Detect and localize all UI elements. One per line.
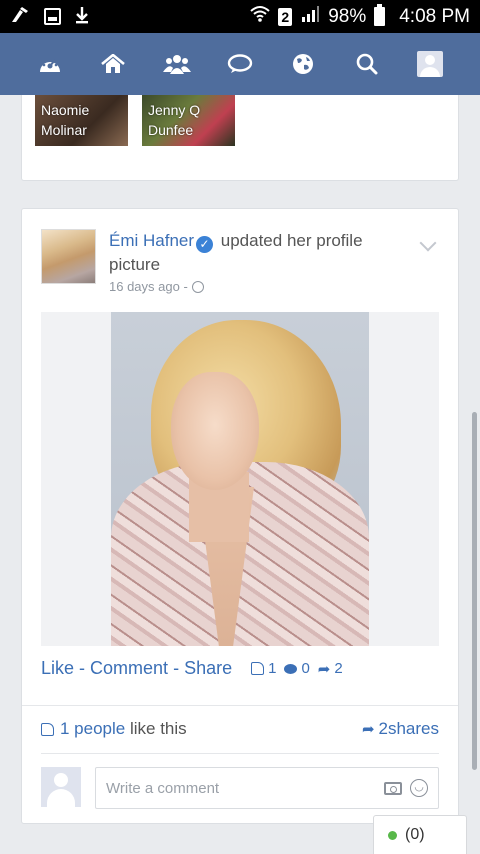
search-icon[interactable] xyxy=(347,44,387,84)
messages-icon[interactable] xyxy=(220,44,260,84)
verified-badge-icon: ✓ xyxy=(196,236,214,253)
comment-bubble-icon xyxy=(284,663,298,674)
likes-people-link[interactable]: 1 people xyxy=(60,719,125,739)
friends-icon[interactable] xyxy=(157,44,197,84)
wifi-icon xyxy=(250,5,271,29)
screenshot-icon xyxy=(44,8,61,25)
friend-name[interactable]: Naomie Molinar xyxy=(41,100,89,140)
profile-icon[interactable] xyxy=(410,44,450,84)
share-link[interactable]: Share xyxy=(184,658,232,679)
like-link[interactable]: Like xyxy=(41,658,74,679)
comment-placeholder: Write a comment xyxy=(106,779,220,797)
share-count: 2 xyxy=(334,660,343,677)
privacy-globe-icon xyxy=(191,280,204,293)
shares-link[interactable]: ➦ 2shares xyxy=(362,719,439,739)
chat-count[interactable]: (0) xyxy=(405,826,425,844)
download-icon xyxy=(75,6,89,27)
friends-preview-card: Naomie Molinar Jenny Q Dunfee xyxy=(21,95,459,181)
friend-thumbnail[interactable]: Naomie Molinar xyxy=(35,95,128,146)
post-photo-frame xyxy=(41,312,439,646)
home-icon[interactable] xyxy=(93,44,133,84)
thumbs-up-icon xyxy=(41,722,54,736)
post-header: Émi Hafner ✓ updated her profile picture xyxy=(109,229,409,277)
likes-suffix: like this xyxy=(125,719,187,738)
thumbs-up-icon xyxy=(251,662,265,675)
friend-thumbnail[interactable]: Jenny Q Dunfee xyxy=(142,95,235,146)
clock: 4:08 PM xyxy=(399,5,470,27)
post-counts: 1 0 ➦ 2 xyxy=(251,660,347,678)
friend-name[interactable]: Jenny Q Dunfee xyxy=(148,100,200,140)
comment-link[interactable]: Comment xyxy=(90,658,168,679)
signal-icon xyxy=(300,5,320,29)
dashboard-icon[interactable] xyxy=(30,44,70,84)
chevron-down-icon[interactable] xyxy=(419,234,437,252)
like-count: 1 xyxy=(268,660,277,677)
author-name[interactable]: Émi Hafner xyxy=(109,231,194,250)
camera-icon[interactable] xyxy=(384,781,402,795)
current-user-avatar xyxy=(41,767,81,807)
globe-icon[interactable] xyxy=(283,44,323,84)
share-arrow-icon: ➦ xyxy=(317,660,331,678)
post-timestamp: 16 days ago - xyxy=(109,279,204,294)
post-card: Émi Hafner ✓ updated her profile picture … xyxy=(21,208,459,824)
divider xyxy=(41,753,439,754)
comment-count: 0 xyxy=(301,660,310,677)
author-avatar[interactable] xyxy=(41,229,96,284)
cleaner-icon xyxy=(10,6,30,27)
divider xyxy=(22,705,458,706)
top-navbar xyxy=(0,33,480,95)
profile-photo[interactable] xyxy=(111,312,369,646)
scrollbar[interactable] xyxy=(472,412,477,770)
comment-input[interactable]: Write a comment ◡ xyxy=(95,767,439,809)
likes-summary-row: 1 people like this ➦ 2shares xyxy=(41,719,439,739)
share-arrow-icon: ➦ xyxy=(361,721,375,738)
post-actions: Like - Comment - Share 1 0 ➦ 2 xyxy=(41,658,347,679)
online-status-icon xyxy=(388,830,397,840)
emoji-icon[interactable]: ◡ xyxy=(410,779,428,797)
battery-icon xyxy=(374,4,386,26)
sim-indicator: 2 xyxy=(278,7,293,26)
status-bar: 2 98% 4:08 PM xyxy=(0,0,480,33)
battery-percent: 98% xyxy=(328,5,367,27)
chat-bar[interactable]: (0) xyxy=(373,815,467,854)
